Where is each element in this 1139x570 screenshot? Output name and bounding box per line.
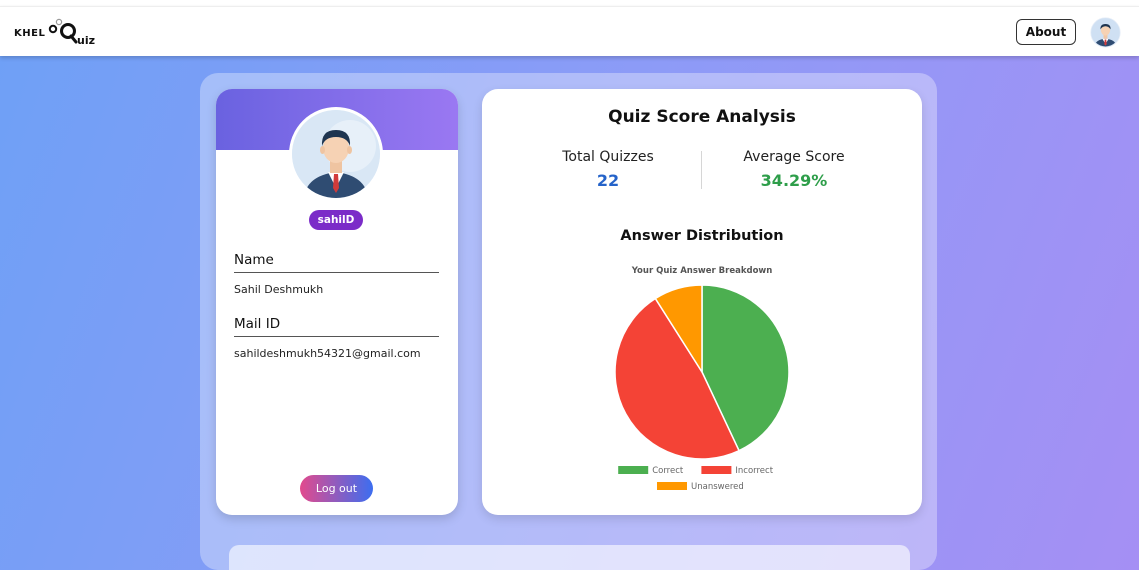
legend-label: Correct [652,466,684,476]
answer-distribution-title: Answer Distribution [620,228,784,244]
legend-swatch [618,466,649,474]
legend-swatch [657,482,687,490]
logo-q-icon [48,18,78,44]
username-badge: sahilD [309,210,363,230]
legend-item-correct[interactable]: Correct [618,466,684,476]
total-quizzes-value: 22 [596,171,620,190]
chart-title: Your Quiz Answer Breakdown [631,266,773,276]
profile-avatar-icon [289,107,383,201]
legend-label: Unanswered [691,482,744,492]
total-quizzes-stat: Total Quizzes 22 [518,149,698,190]
average-score-value: 34.29% [760,171,828,190]
name-value: Sahil Deshmukh [234,283,324,296]
stat-divider [701,151,702,189]
lower-section-card [229,545,910,570]
logout-button[interactable]: Log out [300,475,373,502]
quiz-analysis-card: Quiz Score Analysis Total Quizzes 22 Ave… [482,89,922,515]
logo-text-uiz: uiz [77,34,96,47]
legend-swatch [701,466,732,474]
average-score-label: Average Score [743,149,845,165]
analysis-title: Quiz Score Analysis [608,107,796,127]
average-score-stat: Average Score 34.29% [704,149,884,190]
mail-id-value: sahildeshmukh54321@gmail.com [234,347,421,360]
navbar: KHEL uiz About [0,6,1139,56]
logo-text-khel: KHEL [14,28,46,39]
khel-quiz-logo[interactable]: KHEL uiz [14,18,104,49]
total-quizzes-label: Total Quizzes [562,149,654,165]
user-avatar-icon[interactable] [1090,17,1121,48]
profile-card: sahilD Name Sahil Deshmukh Mail ID sahil… [216,89,458,515]
name-label: Name [234,252,439,273]
answer-distribution-chart: Your Quiz Answer Breakdown Correct Incorr… [482,259,922,499]
legend-item-unanswered[interactable]: Unanswered [657,482,744,492]
mail-id-label: Mail ID [234,316,439,337]
about-button[interactable]: About [1016,19,1076,45]
legend-item-incorrect[interactable]: Incorrect [701,466,774,476]
pie-chart-svg: Your Quiz Answer Breakdown Correct Incorr… [614,266,790,492]
legend-label: Incorrect [735,466,773,476]
